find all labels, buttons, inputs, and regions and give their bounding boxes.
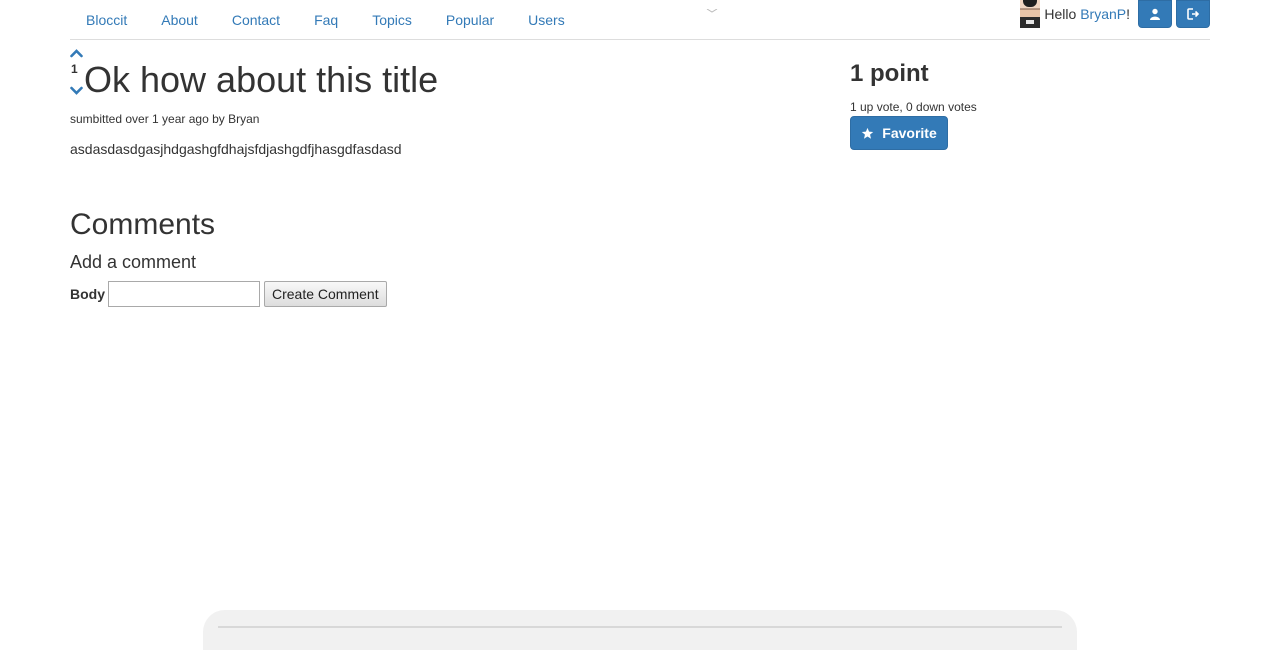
favorite-label: Favorite: [882, 125, 937, 141]
points-total: 1 point: [850, 60, 929, 87]
mouse-cursor-icon: [706, 0, 718, 13]
nav-links: Bloccit About Contact Faq Topics Popular…: [70, 0, 599, 39]
top-navbar: Bloccit About Contact Faq Topics Popular…: [70, 0, 1210, 40]
add-comment-heading: Add a comment: [70, 252, 197, 272]
bottom-dock: [203, 610, 1077, 650]
downvote-chevron-icon[interactable]: [70, 83, 83, 95]
comments-heading: Comments: [70, 208, 216, 241]
post-body: asdasdasdgasjhdgashgfdhajsfdjashgdfjhasg…: [70, 141, 402, 157]
comment-form: Body Create Comment: [70, 281, 387, 307]
nav-link-faq[interactable]: Faq: [314, 12, 338, 28]
sign-out-button[interactable]: [1176, 0, 1210, 28]
body-label: Body: [70, 286, 105, 302]
post-meta: sumbitted over 1 year ago by Bryan: [70, 112, 260, 126]
sign-out-icon: [1186, 8, 1200, 20]
vote-widget: 1: [70, 43, 84, 95]
nav-link-bloccit[interactable]: Bloccit: [86, 12, 127, 28]
nav-link-popular[interactable]: Popular: [446, 12, 494, 28]
greeting: Hello BryanP!: [1044, 6, 1130, 22]
avatar[interactable]: [1020, 0, 1041, 28]
nav-link-about[interactable]: About: [161, 12, 198, 28]
username-link[interactable]: BryanP: [1080, 6, 1126, 22]
profile-button[interactable]: [1138, 0, 1172, 28]
upvote-chevron-icon[interactable]: [70, 45, 83, 58]
post-title: Ok how about this title: [84, 59, 439, 100]
nav-link-topics[interactable]: Topics: [372, 12, 412, 28]
star-icon: [861, 127, 874, 140]
greeting-prefix: Hello: [1044, 6, 1081, 22]
user-icon: [1149, 8, 1161, 20]
vote-count: 1: [71, 62, 78, 76]
user-menu: Hello BryanP!: [1020, 0, 1210, 28]
nav-link-contact[interactable]: Contact: [232, 12, 280, 28]
favorite-button[interactable]: Favorite: [850, 116, 948, 150]
vote-breakdown: 1 up vote, 0 down votes: [850, 100, 977, 114]
nav-link-users[interactable]: Users: [528, 12, 565, 28]
create-comment-button[interactable]: Create Comment: [264, 281, 387, 307]
greeting-suffix: !: [1126, 6, 1130, 22]
comment-body-input[interactable]: [108, 281, 260, 307]
